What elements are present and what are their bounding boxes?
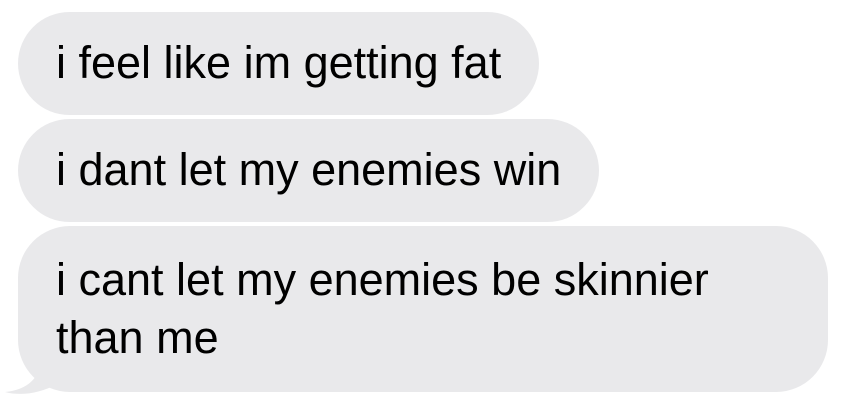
message-text: i cant let my enemies be skinnier than m…: [56, 254, 709, 363]
incoming-message-bubble[interactable]: i cant let my enemies be skinnier than m…: [18, 226, 828, 392]
incoming-message-bubble[interactable]: i feel like im getting fat: [18, 12, 540, 115]
incoming-message-bubble[interactable]: i dant let my enemies win: [18, 119, 600, 222]
message-thread: i feel like im getting fat i dant let my…: [0, 0, 849, 419]
message-text: i dant let my enemies win: [56, 144, 562, 195]
message-text: i feel like im getting fat: [56, 37, 502, 88]
bubble-tail-icon: [5, 340, 58, 394]
